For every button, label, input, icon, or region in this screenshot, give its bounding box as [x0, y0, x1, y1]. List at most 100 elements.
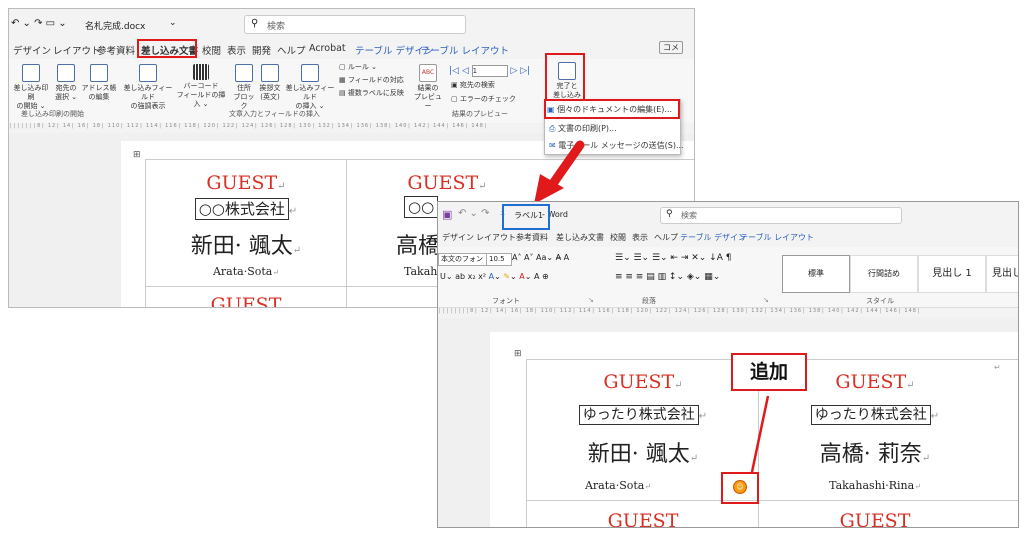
- company-field[interactable]: ゆったり株式会社: [810, 405, 931, 425]
- tab-view[interactable]: 表示: [632, 232, 648, 243]
- company-field[interactable]: ○○株式会社: [194, 198, 289, 220]
- name-text: 高橋: [396, 234, 441, 259]
- tab-layout[interactable]: レイアウト: [53, 43, 101, 57]
- search-box[interactable]: ⚲ 検索: [244, 15, 466, 34]
- label-name: 新田· 颯太↵: [146, 228, 346, 260]
- paragraph-mark: ↵: [921, 453, 931, 464]
- company-field[interactable]: ○○: [404, 196, 439, 218]
- edit-recipients-button[interactable]: アドレス帳 の編集: [81, 64, 117, 102]
- rules-icon: ▢: [339, 63, 346, 71]
- update-labels-icon: ▤: [339, 89, 346, 97]
- font-size-select[interactable]: 10.5: [486, 253, 512, 266]
- tab-mailings[interactable]: 差し込み文書: [556, 232, 604, 243]
- quick-access-toolbar[interactable]: ↶ ⌄ ↷ ▭ ⌄: [11, 18, 67, 29]
- tab-developer[interactable]: 開発: [252, 43, 271, 57]
- label-guest-heading-next: GUEST: [210, 294, 282, 308]
- paragraph-mark: ↵: [644, 482, 652, 491]
- font-format-toolbar[interactable]: U⌄ ab x₂ x² A⌄ ✎⌄ A⌄ A ⊕: [440, 272, 549, 281]
- font-name-select[interactable]: 本文のフォン: [438, 253, 488, 266]
- record-number-input[interactable]: 1: [471, 65, 508, 77]
- callout-add-label: 追加: [731, 353, 807, 391]
- paragraph-mark: ↵: [930, 411, 940, 422]
- romaji-text: Arata·Sota: [584, 479, 645, 492]
- paragraph-mark: ↵: [288, 206, 298, 217]
- greeting-line-button[interactable]: 挨拶文 (英文): [257, 64, 283, 102]
- style-normal[interactable]: 標準: [782, 255, 850, 293]
- tab-table-layout[interactable]: テーブル レイアウト: [740, 232, 814, 243]
- font-grow-shrink-icon[interactable]: A˄ A˅ Aa⌄ A̶ A: [512, 253, 569, 262]
- label-romaji: Takahashi·Rina↵: [760, 479, 990, 492]
- tab-review[interactable]: 校閲: [202, 43, 221, 57]
- guest-text: GUEST: [407, 172, 479, 194]
- preview-results-button[interactable]: ABC 結果の プレビュー: [413, 64, 443, 111]
- btn-label: フィールドの対応: [347, 76, 404, 84]
- highlight-fields-icon: [139, 64, 157, 82]
- paragraph-mark: ↵: [272, 268, 280, 277]
- tab-help[interactable]: ヘルプ: [654, 232, 678, 243]
- undo-redo-icon[interactable]: ↶ ⌄ ↷: [458, 208, 490, 219]
- menu-item-print[interactable]: ⎙ 文書の印刷(P)...: [549, 123, 617, 134]
- check-errors-button[interactable]: ▢ エラーのチェック: [451, 95, 516, 104]
- table-move-handle-icon[interactable]: ⊞: [133, 150, 141, 160]
- record-navigation[interactable]: |◁ ◁ 1 ▷ ▷|: [449, 65, 530, 77]
- update-labels-button[interactable]: ▤ 複数ラベルに反映: [339, 89, 404, 98]
- tab-references[interactable]: 参考資料: [97, 43, 135, 57]
- paragraph-mark: ↵: [914, 482, 921, 491]
- btn-label: ブロック: [233, 93, 255, 110]
- paragraph-dialog-launcher-icon[interactable]: ↘: [763, 296, 769, 304]
- horizontal-ruler[interactable]: ││││││││8│ 12│ 14│ 16│ 18│ 110│ 112│ 114…: [438, 308, 1018, 318]
- paragraph-toolbar[interactable]: ☰⌄ ☰⌄ ☰⌄ ⇤ ⇥ ✕⌄ ↓A ¶: [615, 253, 731, 263]
- address-block-button[interactable]: 住所 ブロック: [231, 64, 257, 111]
- find-recipient-button[interactable]: ▣ 宛先の検索: [451, 81, 495, 90]
- start-mail-merge-button[interactable]: 差し込み印刷 の開始 ⌄: [11, 64, 51, 111]
- font-dialog-launcher-icon[interactable]: ↘: [588, 296, 594, 304]
- btn-label: 差し込みフィールド: [123, 84, 173, 101]
- tab-table-layout[interactable]: テーブル レイアウト: [421, 43, 509, 57]
- search-box[interactable]: ⚲ 検索: [660, 207, 902, 224]
- btn-label: 挨拶文: [259, 84, 281, 92]
- smiley-icon: ☺: [733, 480, 747, 494]
- rules-button[interactable]: ▢ ルール ⌄: [339, 63, 377, 72]
- btn-label: 差し込み印刷: [13, 84, 49, 101]
- search-placeholder: 検索: [267, 22, 286, 32]
- barcode-field-button[interactable]: バーコード フィールドの挿入 ⌄: [175, 64, 227, 109]
- label-company: ○○株式会社 ↵: [146, 198, 346, 220]
- search-placeholder: 検索: [681, 211, 697, 220]
- highlight-fields-button[interactable]: 差し込みフィールド の強調表示: [123, 64, 173, 111]
- style-heading-1[interactable]: 見出し 1: [918, 255, 986, 293]
- tab-layout[interactable]: レイアウト: [476, 232, 516, 243]
- tab-view[interactable]: 表示: [227, 43, 246, 57]
- style-heading-2[interactable]: 見出し: [986, 255, 1018, 293]
- select-recipients-button[interactable]: 宛先の 選択 ⌄: [51, 64, 81, 102]
- chevron-down-icon[interactable]: ⌄: [169, 18, 177, 28]
- tab-review[interactable]: 校閲: [610, 232, 626, 243]
- btn-label: 差し込みフィールド: [285, 84, 335, 101]
- greeting-line-icon: [261, 64, 279, 82]
- table-move-handle-icon[interactable]: ⊞: [514, 349, 522, 359]
- tab-design[interactable]: デザイン: [13, 43, 51, 57]
- tab-design[interactable]: デザイン: [442, 232, 474, 243]
- btn-label: ルール ⌄: [347, 63, 377, 71]
- comment-button[interactable]: コメ: [659, 41, 683, 54]
- alignment-toolbar[interactable]: ≡ ≡ ≡ ▤ ▥ ↕⌄ ◈⌄ ▦⌄: [615, 272, 720, 282]
- btn-label: 選択 ⌄: [54, 93, 78, 101]
- find-icon: ▣: [451, 81, 458, 89]
- tab-help[interactable]: ヘルプ: [277, 43, 306, 57]
- btn-label: (英文): [260, 93, 280, 101]
- tab-acrobat[interactable]: Acrobat: [309, 43, 346, 54]
- btn-label: 結果の: [417, 84, 439, 92]
- paragraph-mark: ↵: [906, 380, 915, 391]
- name-text: 新田· 颯太: [190, 234, 293, 259]
- style-no-spacing[interactable]: 行間詰め: [850, 255, 918, 293]
- save-icon[interactable]: ▣: [442, 208, 452, 221]
- match-fields-icon: ▦: [339, 76, 346, 84]
- btn-label: 宛先の: [55, 84, 77, 92]
- insert-merge-field-button[interactable]: 差し込みフィールド の挿入 ⌄: [285, 64, 335, 111]
- label-name: 高橋: [396, 228, 440, 260]
- tab-table-design[interactable]: テーブル デザイン: [680, 232, 746, 243]
- romaji-text: Takahashi·Rina: [829, 479, 915, 492]
- app-name: Word: [547, 210, 568, 219]
- tab-references[interactable]: 参考資料: [516, 232, 548, 243]
- match-fields-button[interactable]: ▦ フィールドの対応: [339, 76, 404, 85]
- company-field[interactable]: ゆったり株式会社: [578, 405, 699, 425]
